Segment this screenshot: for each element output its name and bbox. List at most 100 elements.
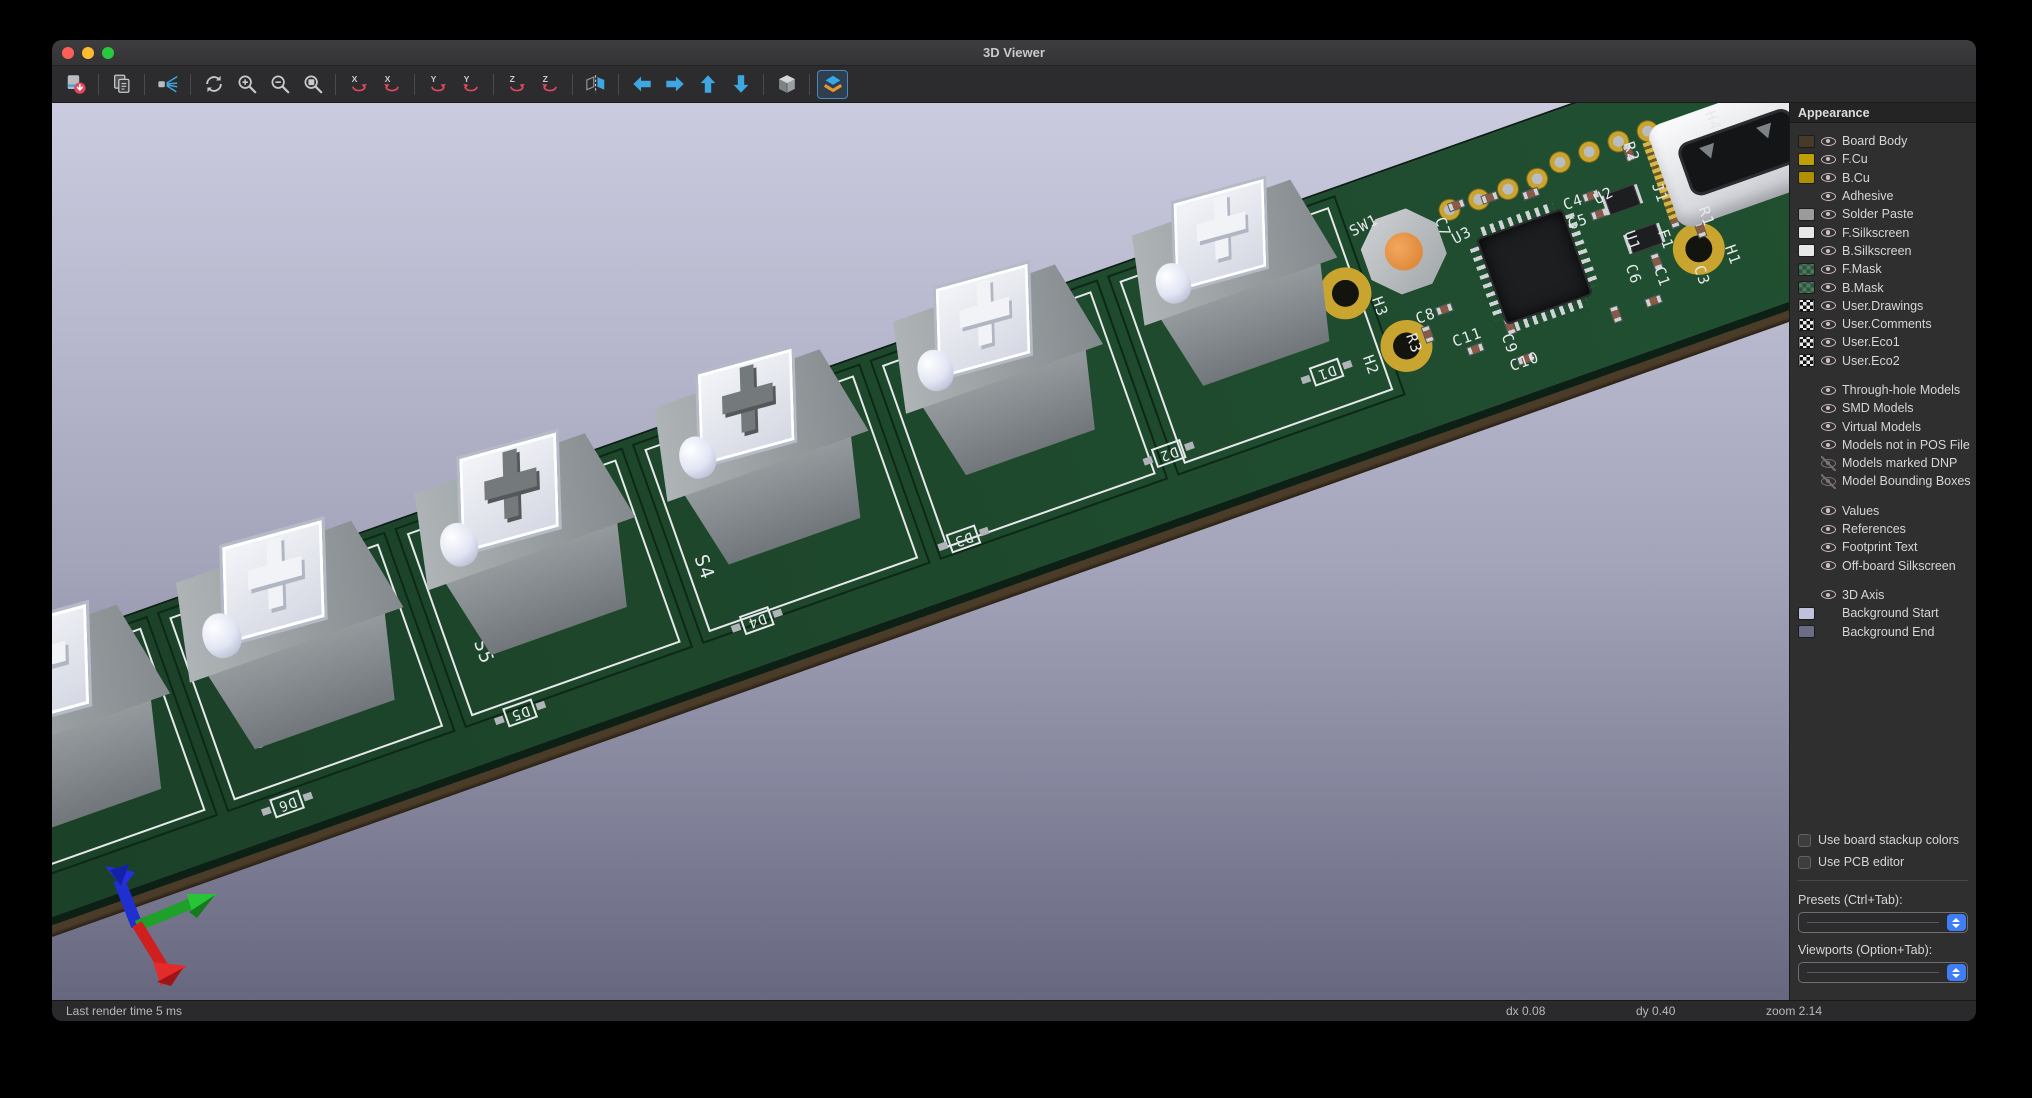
zoom-out-button[interactable] xyxy=(264,70,295,99)
layer-row[interactable]: Solder Paste xyxy=(1798,205,1976,223)
zoom-to-fit-button[interactable] xyxy=(297,70,328,99)
misc-row[interactable]: 3D Axis xyxy=(1798,586,1976,604)
visibility-eye-icon[interactable] xyxy=(1821,225,1836,240)
layer-color-swatch[interactable] xyxy=(1798,281,1815,294)
layer-color-swatch[interactable] xyxy=(1798,299,1815,312)
stepper-icon[interactable] xyxy=(1947,964,1966,981)
misc-color-swatch[interactable] xyxy=(1798,625,1815,638)
svg-text:X: X xyxy=(384,74,390,84)
layer-row[interactable]: User.Eco1 xyxy=(1798,333,1976,351)
visibility-eye-icon[interactable] xyxy=(1821,207,1836,222)
layer-color-swatch[interactable] xyxy=(1798,208,1815,221)
visibility-eye-icon[interactable] xyxy=(1821,401,1836,416)
appearance-panel-title: Appearance xyxy=(1790,103,1976,123)
layer-color-swatch[interactable] xyxy=(1798,244,1815,257)
visibility-eye-icon[interactable] xyxy=(1821,298,1836,313)
visibility-eye-icon[interactable] xyxy=(1821,170,1836,185)
move-up-button[interactable] xyxy=(692,70,723,99)
presets-dropdown[interactable] xyxy=(1798,912,1968,933)
model-row[interactable]: Virtual Models xyxy=(1798,417,1976,435)
visibility-eye-icon[interactable] xyxy=(1821,243,1836,258)
checkbox[interactable] xyxy=(1798,834,1811,847)
layer-color-swatch[interactable] xyxy=(1798,318,1815,331)
layer-row[interactable]: B.Silkscreen xyxy=(1798,242,1976,260)
viewports-dropdown[interactable] xyxy=(1798,962,1968,983)
board-image-export-button[interactable] xyxy=(60,70,91,99)
visibility-eye-icon[interactable] xyxy=(1821,353,1836,368)
layer-row[interactable]: Adhesive xyxy=(1798,187,1976,205)
layer-row[interactable]: F.Silkscreen xyxy=(1798,223,1976,241)
3d-viewport-canvas[interactable]: S6S5S4D6D5D4D3D2D1C2H3SW1C7U3C8R3C11C9C1… xyxy=(52,103,1789,1000)
layer-color-swatch[interactable] xyxy=(1798,263,1815,276)
visibility-eye-icon[interactable] xyxy=(1821,503,1836,518)
move-left-button[interactable] xyxy=(626,70,657,99)
misc-color-swatch[interactable] xyxy=(1798,607,1815,620)
layer-row[interactable]: User.Eco2 xyxy=(1798,352,1976,370)
layer-color-swatch[interactable] xyxy=(1798,153,1815,166)
checkbox-row[interactable]: Use PCB editor xyxy=(1798,851,1968,873)
misc-row[interactable]: Background End xyxy=(1798,622,1976,640)
move-right-button[interactable] xyxy=(659,70,690,99)
visibility-eye-icon[interactable] xyxy=(1821,558,1836,573)
axis-indicator xyxy=(77,858,237,988)
text-item-row[interactable]: References xyxy=(1798,520,1976,538)
flip-board-button[interactable] xyxy=(580,70,611,99)
visibility-eye-icon[interactable] xyxy=(1821,474,1836,489)
redraw-button[interactable] xyxy=(198,70,229,99)
layer-color-swatch[interactable] xyxy=(1798,336,1815,349)
layer-row[interactable]: Board Body xyxy=(1798,132,1976,150)
text-item-row[interactable]: Values xyxy=(1798,502,1976,520)
copy-image-button[interactable] xyxy=(106,70,137,99)
visibility-eye-icon[interactable] xyxy=(1821,587,1836,602)
layer-color-swatch[interactable] xyxy=(1798,226,1815,239)
text-item-row[interactable]: Off-board Silkscreen xyxy=(1798,557,1976,575)
layer-row[interactable]: User.Comments xyxy=(1798,315,1976,333)
visibility-eye-icon[interactable] xyxy=(1821,280,1836,295)
rotate-z-counterclockwise-button[interactable]: Z xyxy=(534,70,565,99)
model-row[interactable]: Models not in POS File xyxy=(1798,436,1976,454)
model-row[interactable]: SMD Models xyxy=(1798,399,1976,417)
move-down-button[interactable] xyxy=(725,70,756,99)
visibility-eye-icon[interactable] xyxy=(1821,335,1836,350)
visibility-eye-icon[interactable] xyxy=(1821,134,1836,149)
orthographic-projection-button[interactable] xyxy=(771,70,802,99)
visibility-eye-icon[interactable] xyxy=(1821,317,1836,332)
rotate-y-counterclockwise-button[interactable]: Y xyxy=(455,70,486,99)
layer-color-swatch[interactable] xyxy=(1798,354,1815,367)
stepper-icon[interactable] xyxy=(1947,914,1966,931)
visibility-eye-icon[interactable] xyxy=(1821,189,1836,204)
layer-color-swatch[interactable] xyxy=(1798,171,1815,184)
visibility-eye-icon[interactable] xyxy=(1821,383,1836,398)
text-item-row[interactable]: Footprint Text xyxy=(1798,538,1976,556)
visibility-eye-icon[interactable] xyxy=(1821,522,1836,537)
rotate-y-clockwise-button[interactable]: Y xyxy=(422,70,453,99)
layer-label: Solder Paste xyxy=(1842,207,1914,221)
model-row[interactable]: Models marked DNP xyxy=(1798,454,1976,472)
model-row[interactable]: Model Bounding Boxes xyxy=(1798,472,1976,490)
rotate-x-counterclockwise-button[interactable]: X xyxy=(376,70,407,99)
visibility-eye-icon[interactable] xyxy=(1821,152,1836,167)
rotate-y-counterclockwise-icon: Y xyxy=(460,73,482,95)
layer-row[interactable]: F.Cu xyxy=(1798,150,1976,168)
checkbox-row[interactable]: Use board stackup colors xyxy=(1798,829,1968,851)
text-item-label: Footprint Text xyxy=(1842,540,1918,554)
model-row[interactable]: Through-hole Models xyxy=(1798,381,1976,399)
layer-row[interactable]: User.Drawings xyxy=(1798,297,1976,315)
visibility-eye-icon[interactable] xyxy=(1821,262,1836,277)
misc-row[interactable]: Background Start xyxy=(1798,604,1976,622)
visibility-eye-icon[interactable] xyxy=(1821,419,1836,434)
visibility-eye-icon[interactable] xyxy=(1821,437,1836,452)
layer-row[interactable]: B.Cu xyxy=(1798,169,1976,187)
layer-row[interactable]: B.Mask xyxy=(1798,278,1976,296)
toolbar-separator xyxy=(809,74,810,95)
visibility-eye-icon[interactable] xyxy=(1821,456,1836,471)
rotate-x-clockwise-button[interactable]: X xyxy=(343,70,374,99)
checkbox[interactable] xyxy=(1798,856,1811,869)
layer-color-swatch[interactable] xyxy=(1798,135,1815,148)
layer-row[interactable]: F.Mask xyxy=(1798,260,1976,278)
rotate-z-clockwise-button[interactable]: Z xyxy=(501,70,532,99)
raytracing-render-button[interactable] xyxy=(152,70,183,99)
visibility-eye-icon[interactable] xyxy=(1821,540,1836,555)
appearance-layers-button[interactable] xyxy=(817,70,848,99)
zoom-in-button[interactable] xyxy=(231,70,262,99)
